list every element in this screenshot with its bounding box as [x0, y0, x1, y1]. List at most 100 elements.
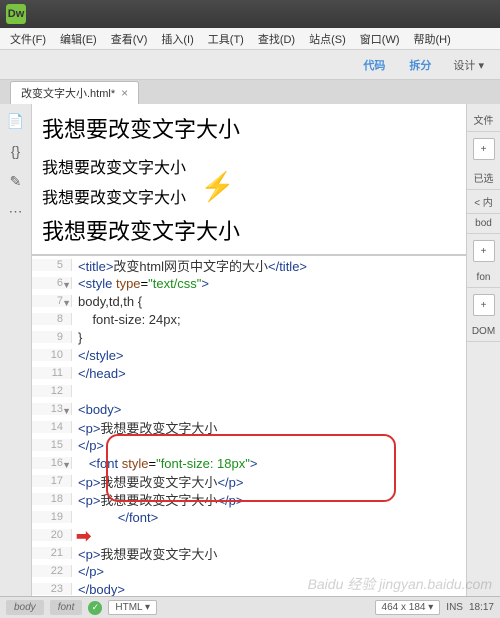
close-icon[interactable]: × [121, 86, 128, 100]
add-button[interactable]: + [473, 240, 495, 262]
tab-bar: 改变文字大小.html* × [0, 80, 500, 104]
left-toolbar: 📄 {} ✎ ⋯ [0, 104, 32, 618]
code-line[interactable]: 10</style> [32, 346, 466, 364]
menu-help[interactable]: 帮助(H) [408, 29, 457, 49]
code-text[interactable]: </style> [72, 348, 124, 363]
line-number: 14 [32, 421, 72, 433]
view-split-button[interactable]: 拆分 [399, 53, 441, 77]
right-panel-dock: 文件 + 已选 < 内 bod + fon + DOM [466, 104, 500, 618]
selection-panel-label: 已选 [467, 166, 500, 190]
file-manage-icon[interactable]: 📄 [6, 112, 26, 130]
validation-ok-icon[interactable]: ✓ [88, 601, 102, 615]
line-number: 19 [32, 511, 72, 523]
code-text[interactable]: <p>我想要改变文字大小</p> [72, 490, 243, 509]
code-text[interactable]: </head> [72, 366, 126, 381]
breadcrumb[interactable]: body [6, 600, 44, 615]
code-line[interactable]: 18<p>我想要改变文字大小</p> [32, 490, 466, 508]
line-number: 12 [32, 385, 72, 397]
line-number: 18 [32, 493, 72, 505]
insert-mode[interactable]: INS [446, 602, 463, 613]
code-text[interactable]: body,td,th { [72, 294, 142, 309]
line-number: 11 [32, 367, 72, 379]
code-text[interactable]: <body> [72, 402, 121, 417]
line-number: 8 [32, 313, 72, 325]
code-line[interactable]: 21<p>我想要改变文字大小 [32, 544, 466, 562]
code-text[interactable]: <title>改变html网页中文字的大小</title> [72, 256, 307, 275]
code-text[interactable]: <p>我想要改变文字大小</p> [72, 472, 243, 491]
code-line[interactable]: 7▼body,td,th { [32, 292, 466, 310]
code-line[interactable]: 13▼<body> [32, 400, 466, 418]
menu-find[interactable]: 查找(D) [252, 29, 301, 49]
document-toolbar: 代码 拆分 设计 ▾ [0, 50, 500, 80]
code-line[interactable]: 12 [32, 382, 466, 400]
tab-label: 改变文字大小.html* [21, 85, 115, 101]
add-button[interactable]: + [473, 138, 495, 160]
design-preview[interactable]: 我想要改变文字大小 我想要改变文字大小 我想要改变文字大小 我想要改变文字大小 [32, 104, 466, 256]
code-line[interactable]: 8 font-size: 24px; [32, 310, 466, 328]
line-number: 15 [32, 439, 72, 451]
menu-view[interactable]: 查看(V) [105, 29, 154, 49]
code-text[interactable]: <p>我想要改变文字大小 [72, 418, 217, 437]
dom-panel-label[interactable]: DOM [467, 322, 500, 342]
code-text[interactable]: font-size: 24px; [72, 312, 181, 327]
wand-icon[interactable]: ✎ [6, 172, 26, 190]
code-line[interactable]: 5<title>改变html网页中文字的大小</title> [32, 256, 466, 274]
code-text[interactable]: <font style="font-size: 18px"> [72, 456, 257, 471]
view-code-button[interactable]: 代码 [353, 53, 395, 77]
code-line[interactable]: 16▼ <font style="font-size: 18px"> [32, 454, 466, 472]
code-line[interactable]: 17<p>我想要改变文字大小</p> [32, 472, 466, 490]
viewport-size[interactable]: 464 x 184 ▾ [375, 600, 441, 615]
code-text[interactable]: </body> [72, 582, 125, 597]
code-text[interactable]: <p>我想要改变文字大小 [72, 544, 217, 563]
panel-row[interactable]: < 内 [467, 190, 500, 214]
code-line[interactable]: 14<p>我想要改变文字大小 [32, 418, 466, 436]
chevron-down-icon: ▾ [478, 60, 484, 72]
code-line[interactable]: 11</head> [32, 364, 466, 382]
code-format-icon[interactable]: {} [6, 142, 26, 160]
more-tools-icon[interactable]: ⋯ [6, 202, 26, 220]
line-number: 16▼ [32, 457, 72, 469]
line-number: 22 [32, 565, 72, 577]
line-number: 21 [32, 547, 72, 559]
font-panel-label[interactable]: fon [467, 268, 500, 288]
fold-toggle-icon[interactable]: ▼ [62, 406, 71, 416]
code-line[interactable]: 20 [32, 526, 466, 544]
line-number: 10 [32, 349, 72, 361]
line-number: 9 [32, 331, 72, 343]
breadcrumb[interactable]: font [50, 600, 83, 615]
menu-site[interactable]: 站点(S) [303, 29, 352, 49]
code-editor[interactable]: ➡ 5<title>改变html网页中文字的大小</title>6▼<style… [32, 256, 466, 618]
language-selector[interactable]: HTML ▾ [108, 600, 157, 615]
code-line[interactable]: 6▼<style type="text/css"> [32, 274, 466, 292]
view-design-dropdown[interactable]: 设计 ▾ [445, 53, 492, 77]
preview-paragraph: 我想要改变文字大小 [42, 214, 456, 246]
code-line[interactable]: 19 </font> [32, 508, 466, 526]
line-number: 6▼ [32, 277, 72, 289]
code-line[interactable]: 9} [32, 328, 466, 346]
panel-row[interactable]: bod [467, 214, 500, 234]
line-number: 20 [32, 529, 72, 541]
line-number: 17 [32, 475, 72, 487]
menu-insert[interactable]: 插入(I) [155, 29, 199, 49]
code-line[interactable]: 22</p> [32, 562, 466, 580]
menu-file[interactable]: 文件(F) [4, 29, 52, 49]
fold-toggle-icon[interactable]: ▼ [62, 298, 71, 308]
files-panel-label[interactable]: 文件 [467, 108, 500, 132]
preview-paragraph: 我想要改变文字大小 [42, 184, 456, 208]
document-tab[interactable]: 改变文字大小.html* × [10, 81, 139, 104]
line-number: 13▼ [32, 403, 72, 415]
code-line[interactable]: 15</p> [32, 436, 466, 454]
fold-toggle-icon[interactable]: ▼ [62, 460, 71, 470]
code-text[interactable]: } [72, 330, 82, 345]
fold-toggle-icon[interactable]: ▼ [62, 280, 71, 290]
menu-edit[interactable]: 编辑(E) [54, 29, 103, 49]
menu-window[interactable]: 窗口(W) [354, 29, 406, 49]
menu-tools[interactable]: 工具(T) [202, 29, 250, 49]
code-text[interactable]: <style type="text/css"> [72, 276, 209, 291]
status-bar: body font ✓ HTML ▾ 464 x 184 ▾ INS 18:17 [0, 596, 500, 618]
add-button[interactable]: + [473, 294, 495, 316]
cursor-position: 18:17 [469, 602, 494, 613]
code-text[interactable]: </p> [72, 438, 104, 453]
code-text[interactable]: </font> [72, 510, 158, 525]
code-text[interactable]: </p> [72, 564, 104, 579]
